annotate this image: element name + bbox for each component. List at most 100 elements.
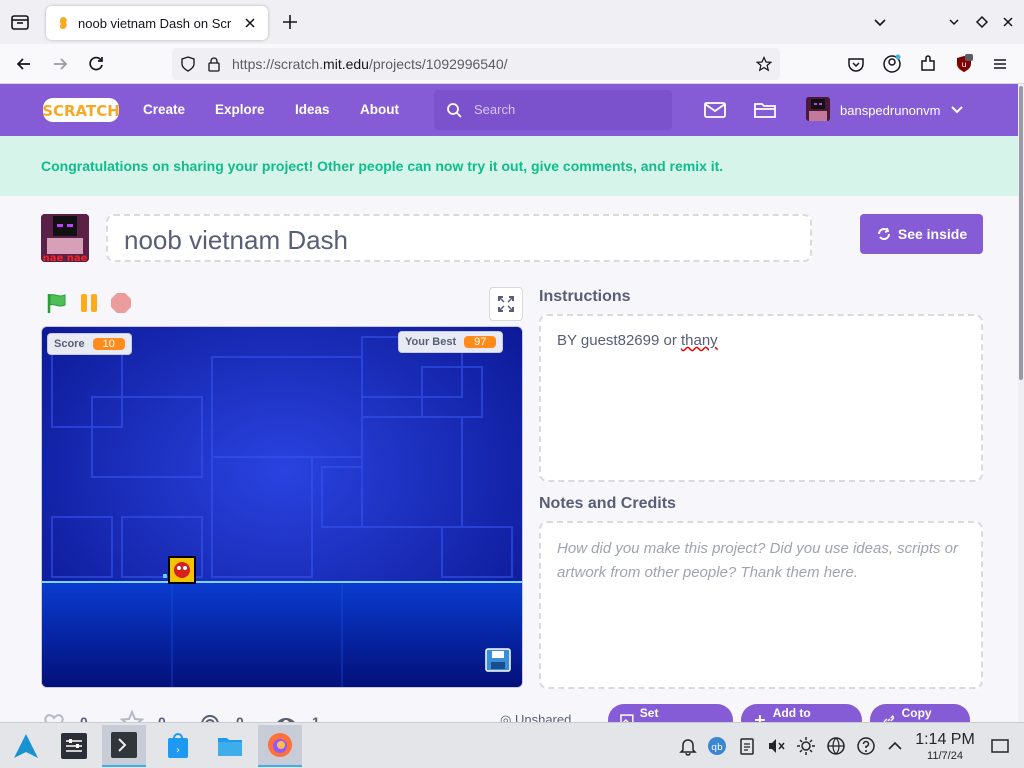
tab-list-icon[interactable] <box>8 10 32 34</box>
svg-text:u: u <box>961 60 966 69</box>
taskbar-clock[interactable]: 1:14 PM 11/7/24 <box>910 731 980 762</box>
taskbar-terminal-app[interactable] <box>102 725 146 767</box>
notes-field[interactable]: How did you make this project? Did you u… <box>539 521 983 689</box>
forward-arrow-icon[interactable] <box>50 54 70 74</box>
ublock-origin-icon[interactable]: u <box>954 54 974 74</box>
qbittorrent-icon[interactable]: qb <box>707 736 727 756</box>
app-menu-icon[interactable] <box>990 54 1010 74</box>
scratch-header: SCRATCH Create Explore Ideas About Searc… <box>0 84 1018 136</box>
game-scene <box>42 327 522 687</box>
start-menu-button[interactable] <box>4 725 48 767</box>
help-icon[interactable] <box>856 736 876 756</box>
terminal-icon <box>111 732 137 758</box>
account-icon[interactable] <box>882 54 902 74</box>
new-tab-icon[interactable] <box>280 12 300 32</box>
browser-tab-strip: noob vietnam Dash on Scr <box>0 0 1024 44</box>
clock-date: 11/7/24 <box>927 750 963 762</box>
browser-navigation-bar: https://scratch.mit.edu/projects/1092996… <box>0 44 1024 84</box>
page-scrollbar-thumb[interactable] <box>1019 86 1023 380</box>
maximize-icon[interactable] <box>974 14 990 30</box>
user-avatar[interactable] <box>806 97 830 121</box>
score-value: 10 <box>92 338 125 350</box>
project-owner-avatar[interactable]: nae nae <box>41 214 89 262</box>
notifications-bell-icon[interactable] <box>678 736 698 756</box>
chevron-down-icon[interactable] <box>950 104 964 116</box>
show-desktop-icon[interactable] <box>990 736 1010 756</box>
arch-logo-icon <box>14 734 38 758</box>
green-flag-icon[interactable] <box>46 292 68 314</box>
remix-icon <box>201 715 219 722</box>
close-tab-icon[interactable] <box>242 15 258 31</box>
firefox-icon <box>268 733 292 757</box>
taskbar-firefox-app[interactable] <box>258 725 302 767</box>
best-score-value: 97 <box>464 336 497 348</box>
username-label[interactable]: banspedrunonvm <box>840 103 940 118</box>
volume-muted-icon[interactable] <box>766 736 786 756</box>
svg-text:qb: qb <box>711 743 723 753</box>
svg-text:SCRATCH: SCRATCH <box>42 102 120 120</box>
my-stuff-folder-icon[interactable] <box>753 98 777 122</box>
tab-overflow-chevron-icon[interactable] <box>872 14 888 30</box>
svg-text:›: › <box>176 745 180 756</box>
tracking-shield-icon[interactable] <box>180 56 196 72</box>
share-success-banner: Congratulations on sharing your project!… <box>0 136 1018 196</box>
star-icon <box>120 710 144 722</box>
browser-tab[interactable]: noob vietnam Dash on Scr <box>46 6 268 40</box>
scratch-logo[interactable]: SCRATCH <box>42 96 120 124</box>
reload-icon[interactable] <box>86 54 106 74</box>
url-bar[interactable]: https://scratch.mit.edu/projects/1092996… <box>172 48 780 80</box>
close-window-icon[interactable] <box>1000 14 1016 30</box>
pocket-icon[interactable] <box>846 54 866 74</box>
nav-about-link[interactable]: About <box>360 102 399 117</box>
taskbar-software-app[interactable]: › <box>156 725 200 767</box>
love-stat[interactable]: 0 <box>42 710 88 722</box>
taskbar-settings-app[interactable] <box>52 725 96 767</box>
pause-icon[interactable] <box>78 292 100 314</box>
see-inside-button[interactable]: See inside <box>860 214 983 254</box>
extensions-icon[interactable] <box>918 54 938 74</box>
stop-icon[interactable] <box>110 292 132 314</box>
project-stage[interactable]: Score 10 Your Best 97 <box>41 326 523 688</box>
save-disk-icon <box>485 648 511 672</box>
favorite-stat[interactable]: 0 <box>120 710 166 722</box>
network-icon[interactable] <box>826 736 846 756</box>
fullscreen-button[interactable] <box>489 287 523 321</box>
brightness-icon[interactable] <box>796 736 816 756</box>
nav-explore-link[interactable]: Explore <box>215 102 265 117</box>
add-to-studio-button[interactable]: Add to Studio <box>741 704 862 722</box>
minimize-icon[interactable] <box>946 14 962 30</box>
search-input[interactable]: Search <box>434 90 672 130</box>
back-arrow-icon[interactable] <box>14 54 34 74</box>
project-page: Congratulations on sharing your project!… <box>0 136 1018 722</box>
search-icon <box>447 103 462 118</box>
remix-stat: 0 <box>198 710 244 722</box>
tab-title: noob vietnam Dash on Scr <box>78 15 232 31</box>
see-inside-label: See inside <box>897 226 968 242</box>
image-icon <box>620 714 634 722</box>
nav-ideas-link[interactable]: Ideas <box>295 102 330 117</box>
link-icon <box>883 715 895 722</box>
tray-expand-chevron-icon[interactable] <box>885 736 905 756</box>
lock-icon[interactable] <box>206 56 222 72</box>
bookmark-star-icon[interactable] <box>756 56 772 72</box>
views-stat: 1 <box>274 710 320 722</box>
scratch-favicon-icon <box>59 17 67 29</box>
clock-time: 1:14 PM <box>915 731 975 748</box>
mixer-icon <box>61 733 87 759</box>
instructions-field[interactable]: BY guest82699 or thany <box>539 314 983 482</box>
copy-link-button[interactable]: Copy Link <box>870 704 970 722</box>
clipboard-icon[interactable] <box>737 736 757 756</box>
set-thumbnail-button[interactable]: Set Thumbnail <box>608 704 733 722</box>
messages-envelope-icon[interactable] <box>703 98 727 122</box>
share-status: ◎ Unshared <box>500 712 572 722</box>
svg-text:nae nae: nae nae <box>43 253 88 262</box>
notes-heading: Notes and Credits <box>539 495 676 512</box>
taskbar-files-app[interactable] <box>208 725 252 767</box>
eye-icon <box>277 718 295 722</box>
project-title-field[interactable]: noob vietnam Dash <box>106 214 812 262</box>
banner-text: Congratulations on sharing your project!… <box>41 158 724 174</box>
nav-create-link[interactable]: Create <box>143 102 185 117</box>
instructions-heading: Instructions <box>539 288 631 305</box>
url-text: https://scratch.mit.edu/projects/1092996… <box>232 56 508 72</box>
player-cube <box>168 556 196 584</box>
